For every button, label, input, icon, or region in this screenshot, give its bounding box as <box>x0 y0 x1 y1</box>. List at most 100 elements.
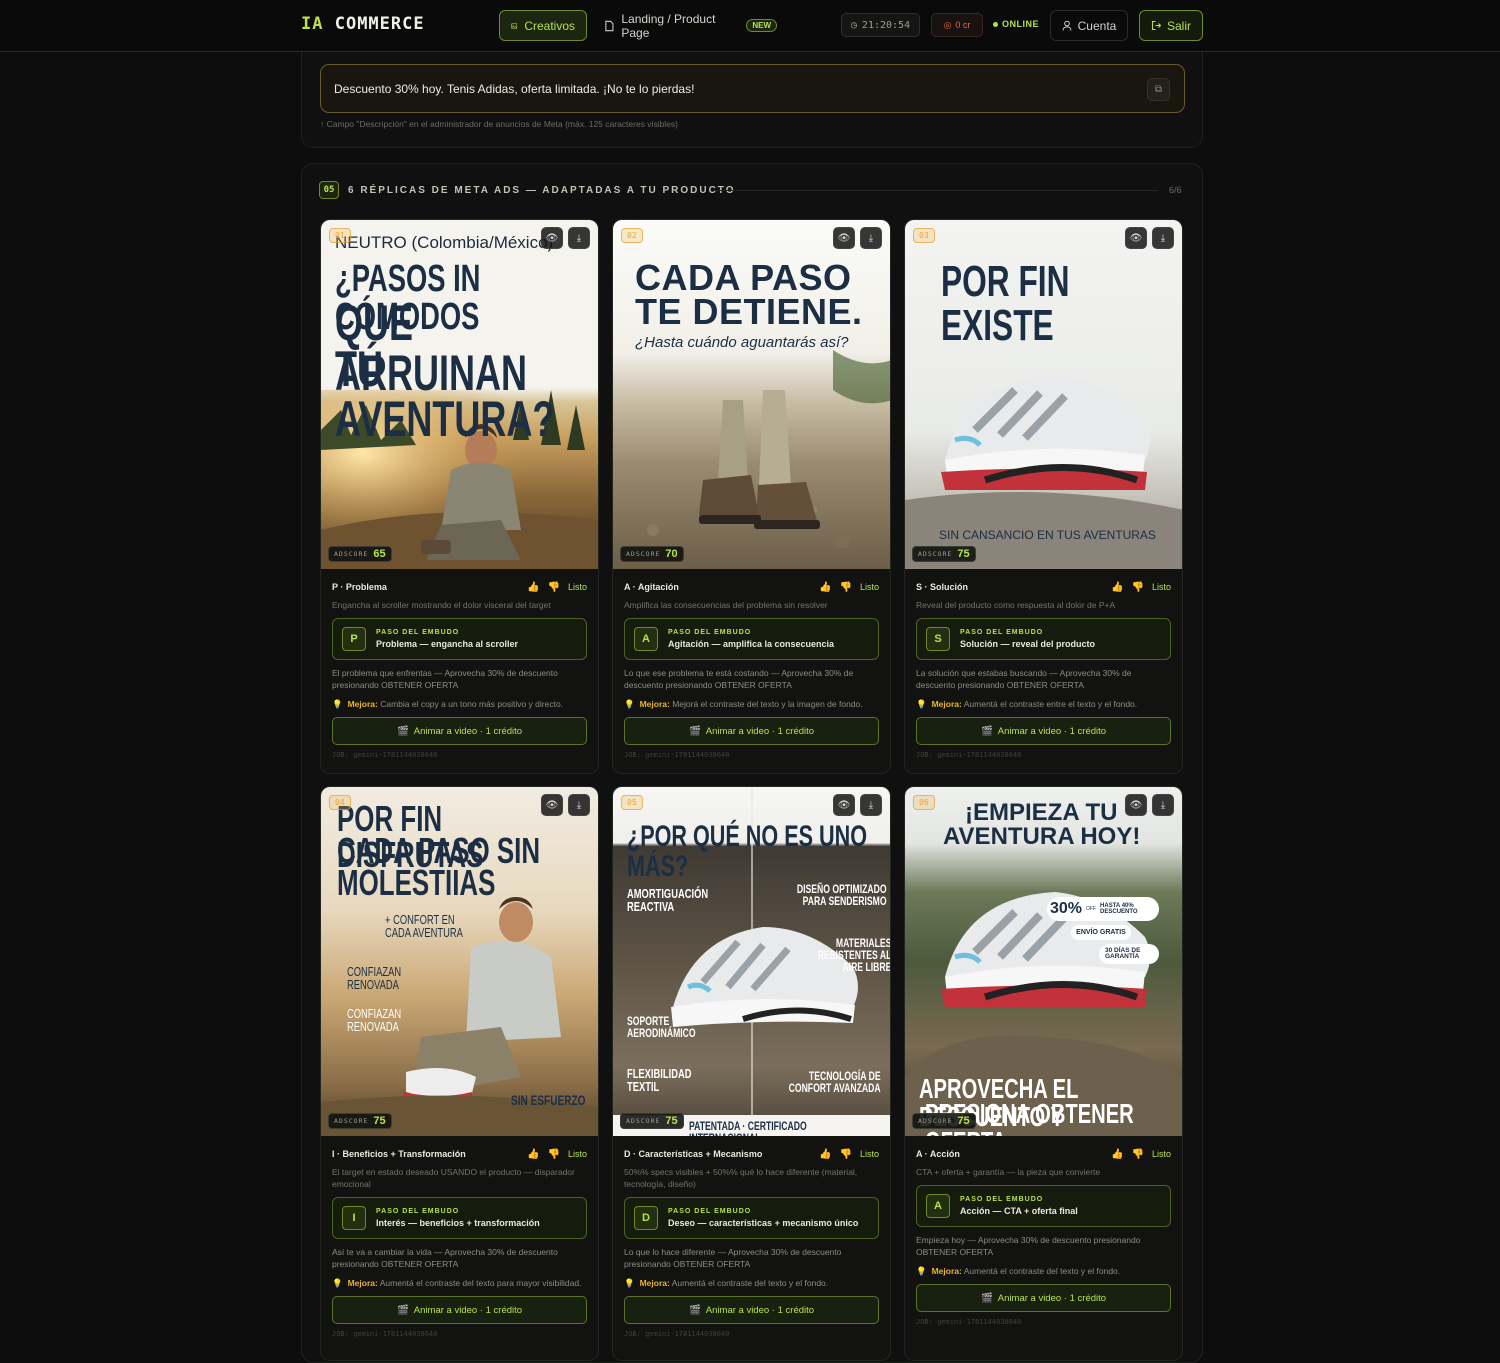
creative-headline: POR FIN EXISTE <box>941 257 1070 350</box>
animate-video-button[interactable]: 🎬 Animar a video · 1 crédito <box>332 1296 587 1324</box>
thumbs-down-icon[interactable]: 👎 <box>840 582 852 593</box>
adscore-value: 70 <box>665 548 678 560</box>
funnel-value: Agitación — amplifica la consecuencia <box>668 639 835 649</box>
creative-headline-line2: TE DETIENE. <box>635 291 863 332</box>
thumbs-up-icon[interactable]: 👍 <box>527 1149 539 1160</box>
thumbs-up-icon[interactable]: 👍 <box>819 1149 831 1160</box>
adscore-value: 75 <box>373 1115 386 1127</box>
creative-image-1[interactable]: 01 👁 ⤓ NEUTRO (Colombia/México) ¿PASOS I… <box>321 220 598 569</box>
thumbs-up-icon[interactable]: 👍 <box>1111 582 1123 593</box>
ad-copy: El problema que enfrentas — Aprovecha 30… <box>332 668 558 690</box>
creative-image-2[interactable]: 02 👁 ⤓ CADA PASO TE DETIENE. ¿Hasta cuán… <box>613 220 890 569</box>
ad-copy: Lo que ese problema te está costando — A… <box>624 668 854 690</box>
thumbs-down-icon[interactable]: 👎 <box>1132 1149 1144 1160</box>
animate-video-button[interactable]: 🎬 Animar a video · 1 crédito <box>916 1284 1171 1312</box>
creative-number: 02 <box>621 228 643 243</box>
status-listo: Listo <box>859 582 879 592</box>
nav-creativos-button[interactable]: Creativos <box>499 10 587 41</box>
adscore-value: 75 <box>665 1115 678 1127</box>
funnel-step: A PASO DEL EMBUDO Agitación — amplifica la… <box>624 618 879 660</box>
animate-video-button[interactable]: 🎬 Animar a video · 1 crédito <box>624 717 879 745</box>
eye-icon: 👁 <box>837 799 851 811</box>
discount-detail: HASTA 40% DESCUENTO <box>1100 903 1138 915</box>
adscore-label: ADSCORE <box>918 1117 953 1125</box>
preview-button[interactable]: 👁 <box>541 794 563 816</box>
clock: ◷ 21:20:54 <box>841 13 920 37</box>
download-icon: ⤓ <box>868 232 874 244</box>
thumbs-down-icon[interactable]: 👎 <box>840 1149 852 1160</box>
stage-description: Engancha al scroller mostrando el dolor … <box>332 600 551 610</box>
animate-video-button[interactable]: 🎬 Animar a video · 1 crédito <box>624 1296 879 1324</box>
download-icon: ⤓ <box>576 232 582 244</box>
video-icon: 🎬 <box>396 1304 409 1316</box>
account-button[interactable]: Cuenta <box>1050 10 1128 41</box>
account-label: Cuenta <box>1077 18 1117 33</box>
adscore-badge: ADSCORE 75 <box>912 546 976 562</box>
adscore-value: 75 <box>957 548 970 560</box>
download-button[interactable]: ⤓ <box>860 227 882 249</box>
status-listo: Listo <box>1151 1149 1171 1159</box>
image-icon <box>511 22 518 29</box>
stage-description: Reveal del producto como respuesta al do… <box>916 600 1116 610</box>
stage-title: I · Beneficios + Transformación <box>332 1149 466 1159</box>
funnel-letter: D <box>634 1206 658 1230</box>
logout-button[interactable]: Salir <box>1139 10 1203 41</box>
mejora-label: Mejora: <box>931 1266 962 1276</box>
benefit-tag-confort: + CONFORT EN CADA AVENTURA <box>385 912 463 940</box>
download-button[interactable]: ⤓ <box>1152 227 1174 249</box>
funnel-value: Acción — CTA + oferta final <box>960 1206 1078 1216</box>
download-button[interactable]: ⤓ <box>568 794 590 816</box>
creative-image-6[interactable]: 06 👁 ⤓ ¡EMPIEZA TU AVENTURA HOY! 30% OFF… <box>905 787 1182 1136</box>
lightbulb-icon: 💡 <box>624 1278 635 1288</box>
download-button[interactable]: ⤓ <box>860 794 882 816</box>
mejora-label: Mejora: <box>639 1278 670 1288</box>
creative-image-5[interactable]: 05 👁 ⤓ ¿POR QUÉ NO ES UNO MÁS? AMORTIGUA… <box>613 787 890 1136</box>
replica-card-2: 02 👁 ⤓ CADA PASO TE DETIENE. ¿Hasta cuán… <box>612 219 891 774</box>
adscore-badge: ADSCORE 75 <box>620 1113 684 1129</box>
app-logo[interactable]: IA COMMERCE <box>301 14 425 34</box>
nav-landing-button[interactable]: Landing / Product Page NEW <box>593 10 788 41</box>
preview-button[interactable]: 👁 <box>541 227 563 249</box>
section-title: 6 RÉPLICAS DE META ADS — ADAPTADAS A TU … <box>348 185 736 196</box>
stage-title: D · Características + Mecanismo <box>624 1149 763 1159</box>
mejora-text: Aumentá el contraste del texto y el fond… <box>963 1266 1121 1276</box>
lightbulb-icon: 💡 <box>332 699 343 709</box>
thumbs-down-icon[interactable]: 👎 <box>548 1149 560 1160</box>
description-note: ↑ Campo "Descripción" en el administrado… <box>320 119 679 129</box>
copy-button[interactable]: ⧉ <box>1147 78 1170 101</box>
lightbulb-icon: 💡 <box>916 699 927 709</box>
mejora-text: Cambia el copy a un tono más positivo y … <box>380 699 564 709</box>
animate-video-button[interactable]: 🎬 Animar a video · 1 crédito <box>332 717 587 745</box>
funnel-label: PASO DEL EMBUDO <box>376 629 460 636</box>
creative-footer: PATENTADA · CERTIFICADO INTERNACIONAL <box>689 1119 807 1136</box>
copy-icon: ⧉ <box>1154 84 1163 95</box>
thumbs-down-icon[interactable]: 👎 <box>1132 582 1144 593</box>
video-icon: 🎬 <box>980 725 993 737</box>
animate-video-button[interactable]: 🎬 Animar a video · 1 crédito <box>916 717 1171 745</box>
preview-button[interactable]: 👁 <box>833 794 855 816</box>
preview-button[interactable]: 👁 <box>1125 794 1147 816</box>
credits-indicator[interactable]: ◎ 0 cr <box>931 13 983 37</box>
thumbs-up-icon[interactable]: 👍 <box>1111 1149 1123 1160</box>
animate-label: Animar a video · 1 crédito <box>705 725 815 737</box>
thumbs-up-icon[interactable]: 👍 <box>527 582 539 593</box>
download-icon: ⤓ <box>1160 232 1166 244</box>
eye-icon: 👁 <box>545 799 559 811</box>
logout-icon <box>1151 20 1162 31</box>
creative-subheadline: ¿Hasta cuándo aguantarás así? <box>635 334 849 351</box>
thumbs-down-icon[interactable]: 👎 <box>548 582 560 593</box>
creative-image-4[interactable]: 04 👁 ⤓ POR FIN DISFRUTAS CADA PASO SIN M… <box>321 787 598 1136</box>
funnel-label: PASO DEL EMBUDO <box>376 1208 460 1215</box>
feature-diseno: DISEÑO OPTIMIZADO PARA SENDERISMO <box>796 882 887 908</box>
download-button[interactable]: ⤓ <box>568 227 590 249</box>
creative-image-3[interactable]: 03 👁 ⤓ POR FIN EXISTE SIN CANSANCIO EN T… <box>905 220 1182 569</box>
stage-title: P · Problema <box>332 582 387 592</box>
description-field[interactable]: Descuento 30% hoy. Tenis Adidas, oferta … <box>320 64 1185 113</box>
eye-icon: 👁 <box>837 232 851 244</box>
animate-label: Animar a video · 1 crédito <box>413 725 523 737</box>
thumbs-up-icon[interactable]: 👍 <box>819 582 831 593</box>
download-button[interactable]: ⤓ <box>1152 794 1174 816</box>
preview-button[interactable]: 👁 <box>1125 227 1147 249</box>
preview-button[interactable]: 👁 <box>833 227 855 249</box>
stage-title: A · Agitación <box>624 582 679 592</box>
